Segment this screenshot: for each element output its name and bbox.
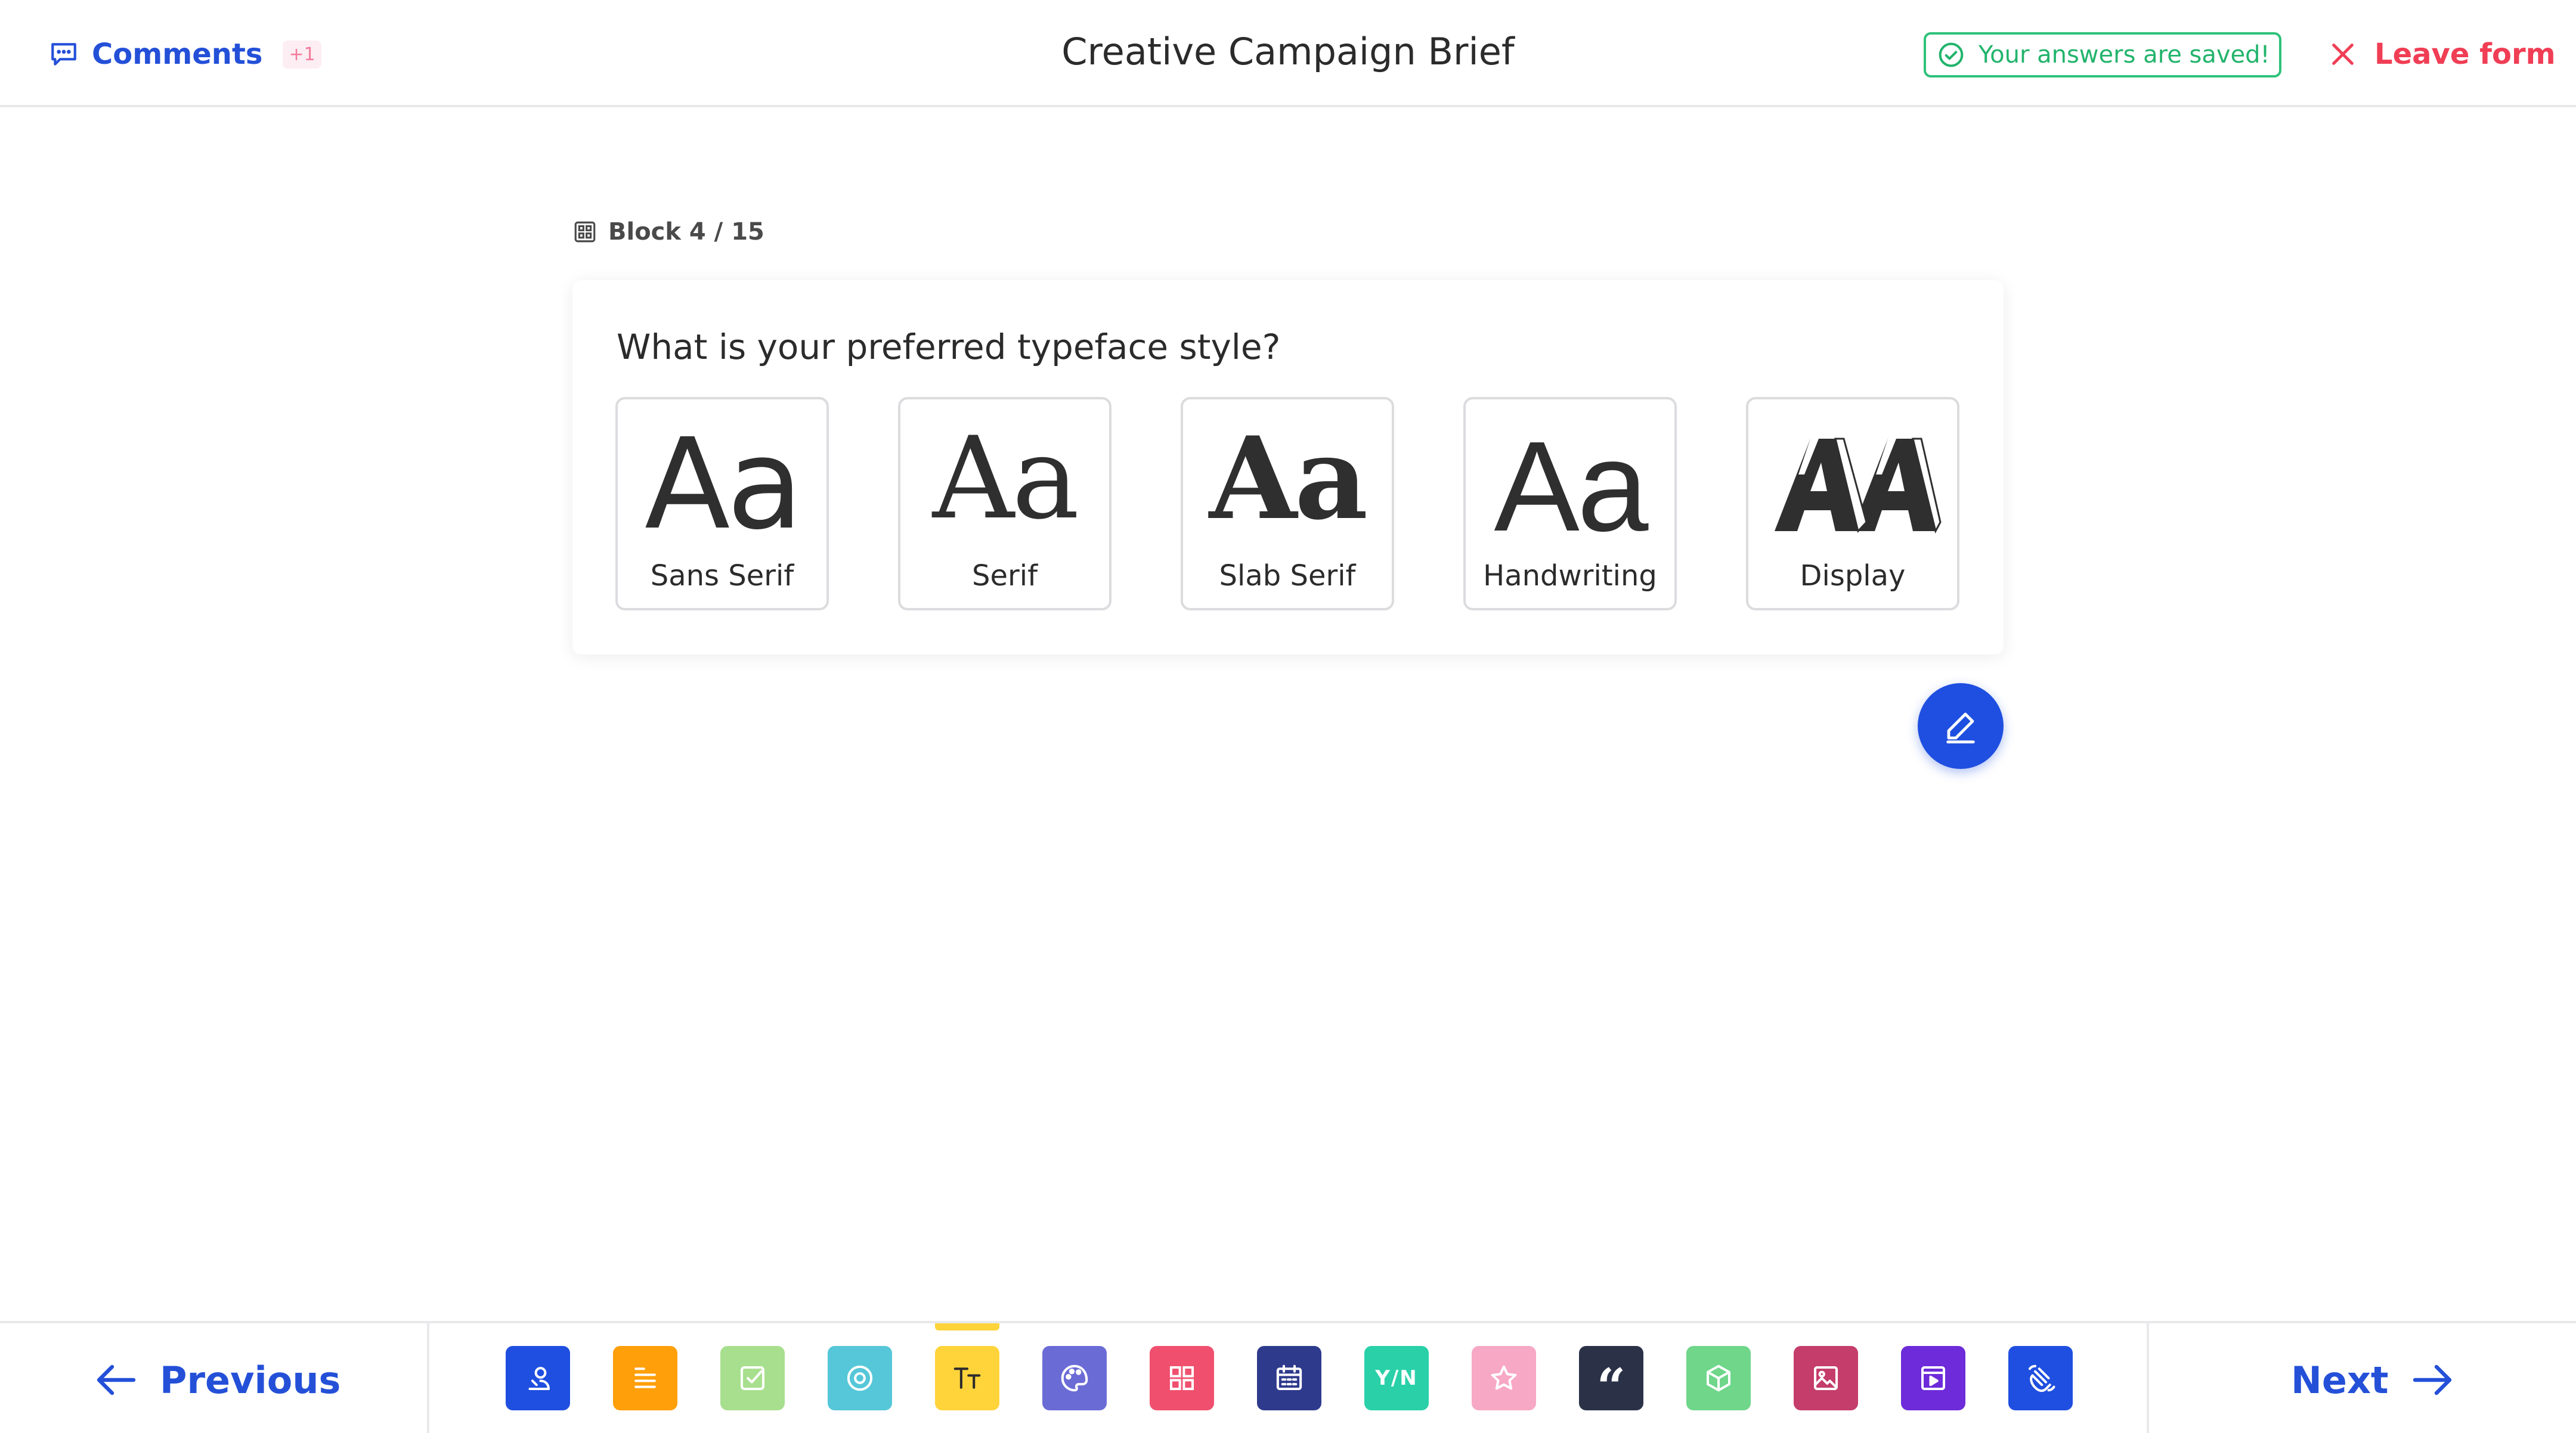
long-text-block[interactable] (613, 1346, 677, 1410)
next-label: Next (2291, 1358, 2389, 1402)
checkbox-icon (740, 1366, 765, 1391)
serif-preview: Aa (932, 412, 1080, 544)
option-sans-serif[interactable]: Aa Sans Serif (615, 397, 829, 610)
check-circle-icon (1939, 42, 1964, 67)
yes-no-block[interactable]: Y/N (1364, 1346, 1429, 1410)
typeface-block[interactable] (935, 1323, 999, 1410)
option-slab-serif[interactable]: Aa Slab Serif (1181, 397, 1394, 610)
bottom-nav: Previous Y/N “ Next (0, 1321, 2576, 1433)
pencil-icon (1946, 712, 1975, 744)
option-handwriting[interactable]: Aa Handwriting (1463, 397, 1677, 610)
block-type-toolbar: Y/N “ (506, 1323, 2073, 1416)
quote-icon: “ (1596, 1357, 1626, 1416)
image-block[interactable] (1794, 1346, 1858, 1410)
date-block[interactable] (1257, 1346, 1321, 1410)
arrow-left-icon (97, 1364, 136, 1395)
saved-status-badge: Your answers are saved! (1924, 32, 2281, 77)
sans-serif-preview: Aa (644, 411, 803, 557)
option-serif[interactable]: Aa Serif (898, 397, 1111, 610)
3d-block[interactable] (1686, 1346, 1751, 1410)
typeface-icon (953, 1367, 981, 1389)
next-button[interactable]: Next (2291, 1353, 2453, 1407)
question-card: What is your preferred typeface style? A… (572, 280, 2004, 655)
top-bar: Comments +1 Creative Campaign Brief Your… (0, 0, 2576, 107)
contact-info-block[interactable] (506, 1346, 570, 1410)
quote-block[interactable]: “ (1579, 1346, 1643, 1416)
previous-label: Previous (160, 1358, 341, 1402)
option-label: Serif (972, 559, 1038, 593)
option-display[interactable]: Display (1746, 397, 1959, 610)
previous-button[interactable]: Previous (95, 1353, 340, 1407)
question-text: What is your preferred typeface style? (617, 327, 1281, 367)
block-indicator-label: Block 4 / 15 (608, 218, 764, 246)
option-label: Slab Serif (1219, 559, 1356, 593)
grid-icon (1169, 1366, 1194, 1391)
calendar-icon (1276, 1364, 1302, 1391)
palette-icon (1061, 1364, 1088, 1392)
option-label: Sans Serif (650, 559, 794, 593)
leave-form-label: Leave form (2374, 38, 2556, 71)
close-icon (2332, 44, 2354, 65)
checkbox-block[interactable] (720, 1346, 785, 1410)
rating-block[interactable] (1472, 1346, 1536, 1410)
gesture-block[interactable] (2008, 1346, 2073, 1410)
option-label: Display (1800, 559, 1906, 593)
edit-button[interactable] (1918, 683, 2004, 769)
video-icon (1921, 1366, 1946, 1391)
leave-form-button[interactable]: Leave form (2329, 31, 2556, 77)
arrow-right-icon (2413, 1364, 2451, 1395)
star-icon (1491, 1365, 1517, 1390)
color-palette-block[interactable] (1042, 1346, 1107, 1410)
radio-icon (847, 1365, 873, 1391)
divider (427, 1323, 429, 1433)
image-icon (1813, 1366, 1838, 1391)
typeface-options: Aa Sans Serif Aa Serif Aa Slab Serif Aa … (615, 397, 1959, 610)
blocks-grid-icon (574, 221, 596, 243)
display-preview-icon (1775, 438, 1942, 534)
slab-serif-preview: Aa (1209, 412, 1368, 545)
option-label: Handwriting (1483, 559, 1657, 593)
grid-block[interactable] (1150, 1346, 1214, 1410)
contact-icon (528, 1367, 550, 1391)
block-indicator: Block 4 / 15 (572, 218, 764, 246)
hand-icon (2028, 1364, 2055, 1392)
yes-no-icon: Y/N (1375, 1366, 1418, 1390)
saved-status-text: Your answers are saved! (1979, 41, 2270, 69)
divider (2147, 1323, 2149, 1433)
handwriting-preview: Aa (1494, 414, 1649, 558)
single-choice-block[interactable] (828, 1346, 892, 1410)
text-lines-icon (634, 1367, 656, 1388)
cube-icon (1706, 1364, 1731, 1392)
video-block[interactable] (1901, 1346, 1965, 1410)
